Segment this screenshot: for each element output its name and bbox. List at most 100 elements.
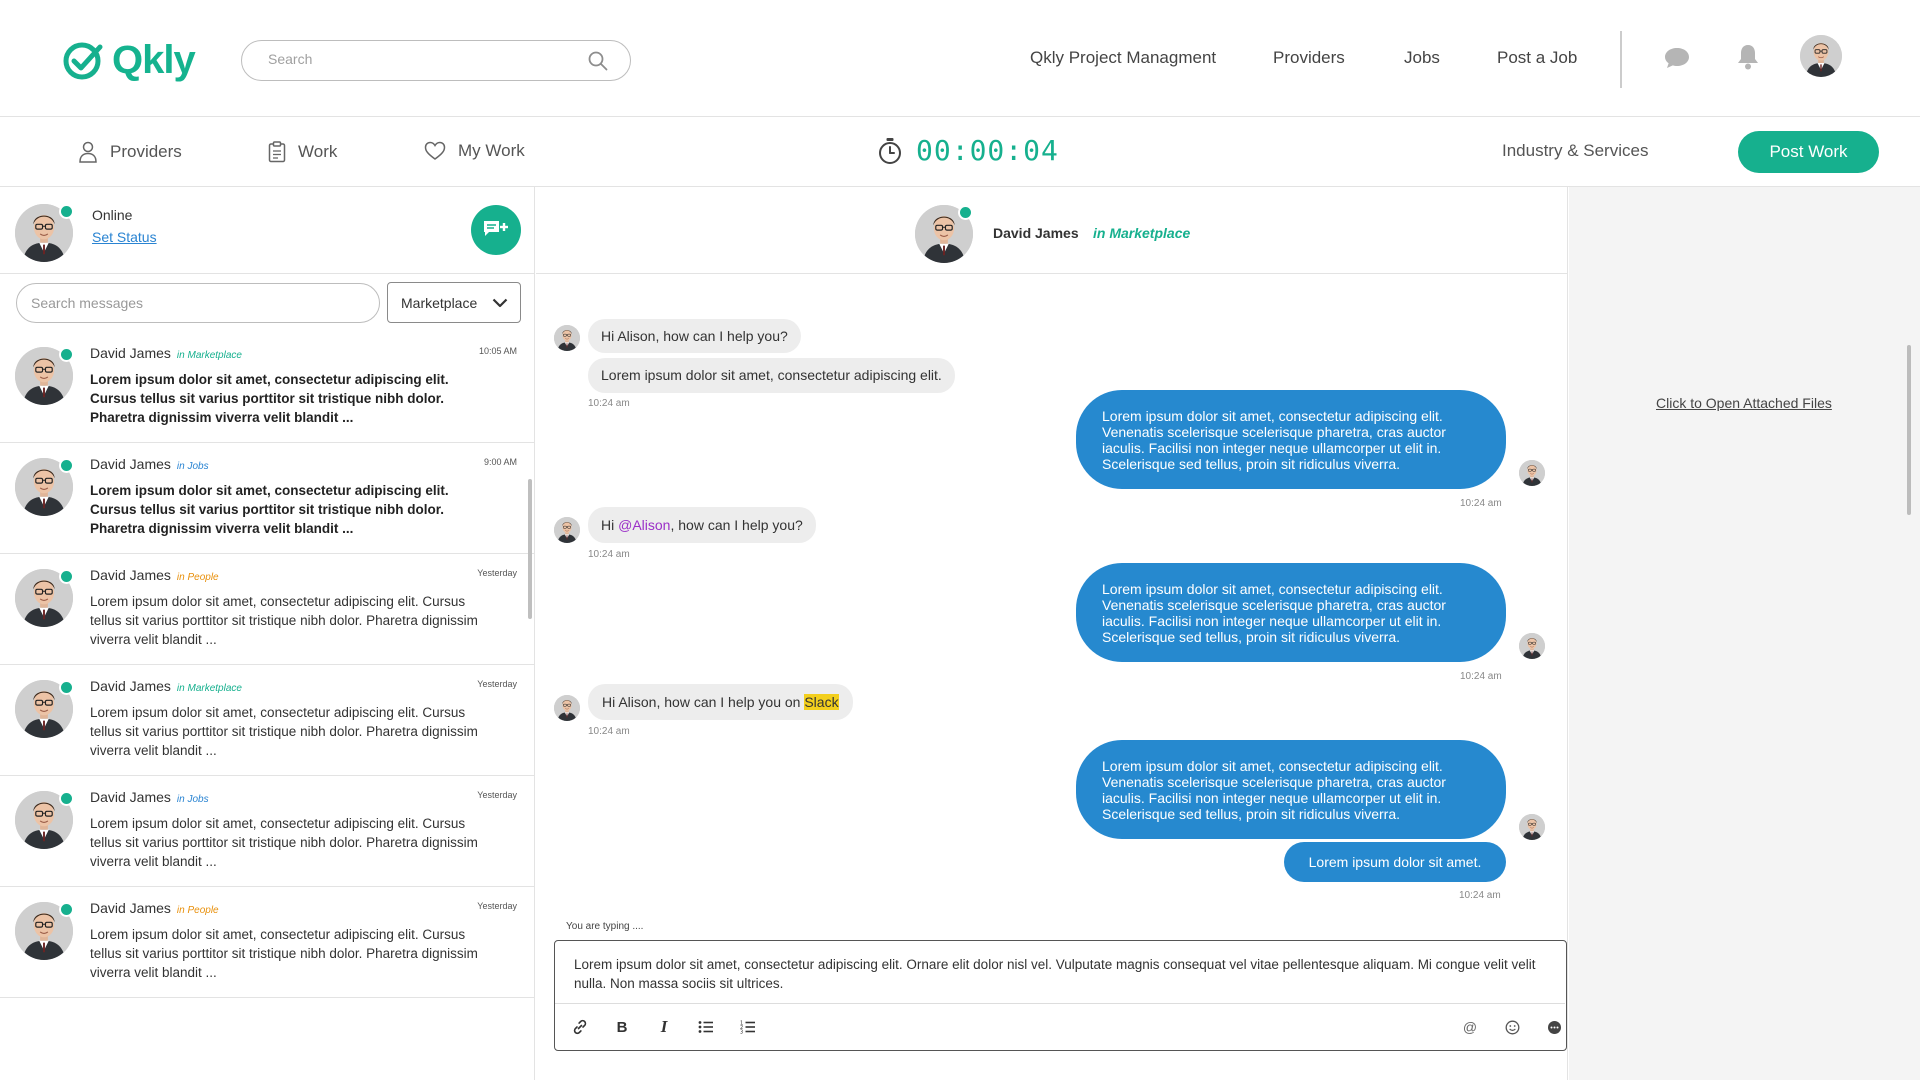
context-tag: in Jobs xyxy=(176,794,209,805)
conversation-item[interactable]: David James in Jobs 9:00 AM Lorem ipsum d… xyxy=(0,443,534,554)
online-indicator xyxy=(59,902,74,917)
online-indicator xyxy=(958,205,973,220)
composer-text[interactable]: Lorem ipsum dolor sit amet, consectetur … xyxy=(574,955,1554,993)
secondary-nav: Providers Work My Work 00:00:04 Industry… xyxy=(0,117,1920,187)
outgoing-message-text: Lorem ipsum dolor sit amet. xyxy=(1308,854,1482,870)
outgoing-message: Lorem ipsum dolor sit amet, consectetur … xyxy=(1076,390,1506,489)
chat-context-tag: in Marketplace xyxy=(1093,225,1191,241)
more-options-icon[interactable] xyxy=(1544,1017,1564,1037)
search-icon[interactable] xyxy=(588,51,608,71)
my-message-avatar xyxy=(1519,814,1545,840)
conversation-item[interactable]: David James in Marketplace Yesterday Lore… xyxy=(0,665,534,776)
mention-icon[interactable]: @ xyxy=(1460,1017,1480,1037)
chat-panel: David James in Marketplace Hi Alison, ho… xyxy=(536,187,1568,1080)
conversation-time: Yesterday xyxy=(477,568,517,578)
attachments-scrollbar[interactable] xyxy=(1907,345,1911,515)
conversation-scrollbar[interactable] xyxy=(528,479,532,619)
conversation-sidebar: Online Set Status Marketplace David Jame… xyxy=(0,187,535,1080)
online-indicator xyxy=(59,680,74,695)
conversation-preview: Lorem ipsum dolor sit amet, consectetur … xyxy=(90,372,449,425)
conversation-time: Yesterday xyxy=(477,790,517,800)
subnav-work[interactable]: Work xyxy=(268,141,337,163)
logo-check-icon xyxy=(63,42,103,79)
contact-name: David James xyxy=(90,789,171,805)
conversation-contact: David James in People xyxy=(90,567,219,583)
new-message-button[interactable] xyxy=(471,205,521,255)
contact-name: David James xyxy=(90,678,171,694)
emoji-icon[interactable] xyxy=(1502,1017,1522,1037)
sender-avatar xyxy=(554,695,580,721)
my-message-avatar xyxy=(1519,633,1545,659)
message-time: 10:24 am xyxy=(588,549,630,560)
brand-name: Qkly xyxy=(112,38,196,82)
message-search[interactable] xyxy=(16,283,380,323)
outgoing-message-text: Lorem ipsum dolor sit amet, consectetur … xyxy=(1102,580,1446,645)
top-header: Qkly Qkly Project Managment Providers Jo… xyxy=(0,0,1920,117)
conversation-preview: Lorem ipsum dolor sit amet, consectetur … xyxy=(90,816,478,869)
set-status-link[interactable]: Set Status xyxy=(92,229,157,245)
chat-contact-name: David James xyxy=(993,225,1079,241)
message-text: Hi Alison, how can I help you on xyxy=(602,694,805,710)
link-icon[interactable] xyxy=(570,1017,590,1037)
nav-jobs[interactable]: Jobs xyxy=(1404,48,1440,68)
message-time: 10:24 am xyxy=(1460,671,1502,682)
search-input[interactable] xyxy=(268,51,568,67)
subnav-providers[interactable]: Providers xyxy=(78,141,182,163)
contact-name: David James xyxy=(90,900,171,916)
heart-icon xyxy=(424,141,446,160)
nav-post-a-job[interactable]: Post a Job xyxy=(1497,48,1577,68)
industry-services-link[interactable]: Industry & Services xyxy=(1502,141,1648,161)
conversation-preview: Lorem ipsum dolor sit amet, consectetur … xyxy=(90,705,478,758)
conversation-preview: Lorem ipsum dolor sit amet, consectetur … xyxy=(90,594,478,647)
conversation-time: Yesterday xyxy=(477,901,517,911)
message-text: Hi xyxy=(601,517,619,533)
online-indicator xyxy=(59,347,74,362)
bullet-list-icon[interactable] xyxy=(696,1017,716,1037)
conversation-item[interactable]: David James in People Yesterday Lorem ips… xyxy=(0,554,534,665)
post-work-button[interactable]: Post Work xyxy=(1738,131,1879,173)
conversation-item[interactable]: David James in Marketplace 10:05 AM Lorem… xyxy=(0,332,534,443)
sender-avatar xyxy=(554,325,580,351)
work-timer: 00:00:04 xyxy=(878,134,1059,167)
nav-providers[interactable]: Providers xyxy=(1273,48,1345,68)
attachments-panel: Click to Open Attached Files xyxy=(1569,187,1920,1080)
message-search-input[interactable] xyxy=(31,295,361,311)
bold-icon[interactable]: B xyxy=(612,1017,632,1037)
conversation-time: Yesterday xyxy=(477,679,517,689)
highlighted-keyword: Slack xyxy=(804,694,839,710)
outgoing-message-text: Lorem ipsum dolor sit amet, consectetur … xyxy=(1102,757,1446,822)
clipboard-icon xyxy=(268,141,286,163)
brand-logo[interactable]: Qkly xyxy=(62,38,196,83)
nav-project-management[interactable]: Qkly Project Managment xyxy=(1030,48,1216,68)
bell-icon[interactable] xyxy=(1736,43,1760,71)
user-avatar[interactable] xyxy=(1800,35,1842,77)
message-composer[interactable]: Lorem ipsum dolor sit amet, consectetur … xyxy=(554,940,1567,1051)
stopwatch-icon xyxy=(879,137,901,164)
online-indicator xyxy=(59,569,74,584)
my-status-bar: Online Set Status xyxy=(0,187,534,274)
conversation-preview: Lorem ipsum dolor sit amet, consectetur … xyxy=(90,483,449,536)
italic-icon[interactable]: I xyxy=(654,1017,674,1037)
outgoing-message-text: Lorem ipsum dolor sit amet, consectetur … xyxy=(1102,407,1446,472)
sender-avatar xyxy=(554,517,580,543)
global-search[interactable] xyxy=(241,40,631,81)
chevron-down-icon xyxy=(492,298,508,308)
svg-text:3: 3 xyxy=(740,1030,743,1035)
chat-icon[interactable] xyxy=(1664,46,1690,70)
conversation-item[interactable]: David James in Jobs Yesterday Lorem ipsum… xyxy=(0,776,534,887)
conversation-time: 10:05 AM xyxy=(478,346,517,356)
subnav-my-work-label: My Work xyxy=(458,141,525,160)
context-tag: in Jobs xyxy=(176,461,209,472)
header-divider xyxy=(1620,31,1622,88)
conversation-filter-select[interactable]: Marketplace xyxy=(387,282,521,323)
numbered-list-icon[interactable]: 123 xyxy=(738,1017,758,1037)
conversation-item[interactable]: David James in People Yesterday Lorem ips… xyxy=(0,887,534,998)
conversation-contact: David James in Marketplace xyxy=(90,678,242,694)
online-indicator xyxy=(59,204,74,219)
open-attached-files-link[interactable]: Click to Open Attached Files xyxy=(1656,395,1832,411)
mention-link[interactable]: @Alison xyxy=(618,517,670,533)
subnav-my-work[interactable]: My Work xyxy=(424,141,525,161)
timer-value: 00:00:04 xyxy=(916,134,1059,167)
filter-value: Marketplace xyxy=(401,295,478,311)
context-tag: in Marketplace xyxy=(176,683,242,694)
